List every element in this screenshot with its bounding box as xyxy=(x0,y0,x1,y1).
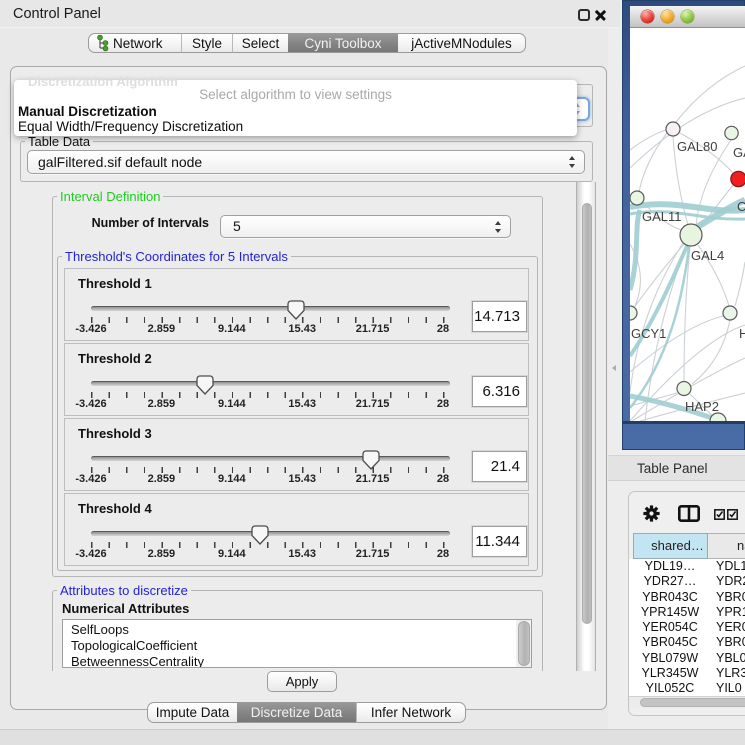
svg-text:GCY1: GCY1 xyxy=(631,326,666,341)
svg-text:GAL4: GAL4 xyxy=(691,248,724,263)
svg-text:H: H xyxy=(739,326,745,341)
svg-text:GAL11: GAL11 xyxy=(642,209,682,224)
svg-text:HAP2: HAP2 xyxy=(685,399,719,414)
svg-text:GAL: GAL xyxy=(733,145,745,160)
svg-text:GAL80: GAL80 xyxy=(677,139,717,154)
svg-text:C: C xyxy=(737,199,745,214)
